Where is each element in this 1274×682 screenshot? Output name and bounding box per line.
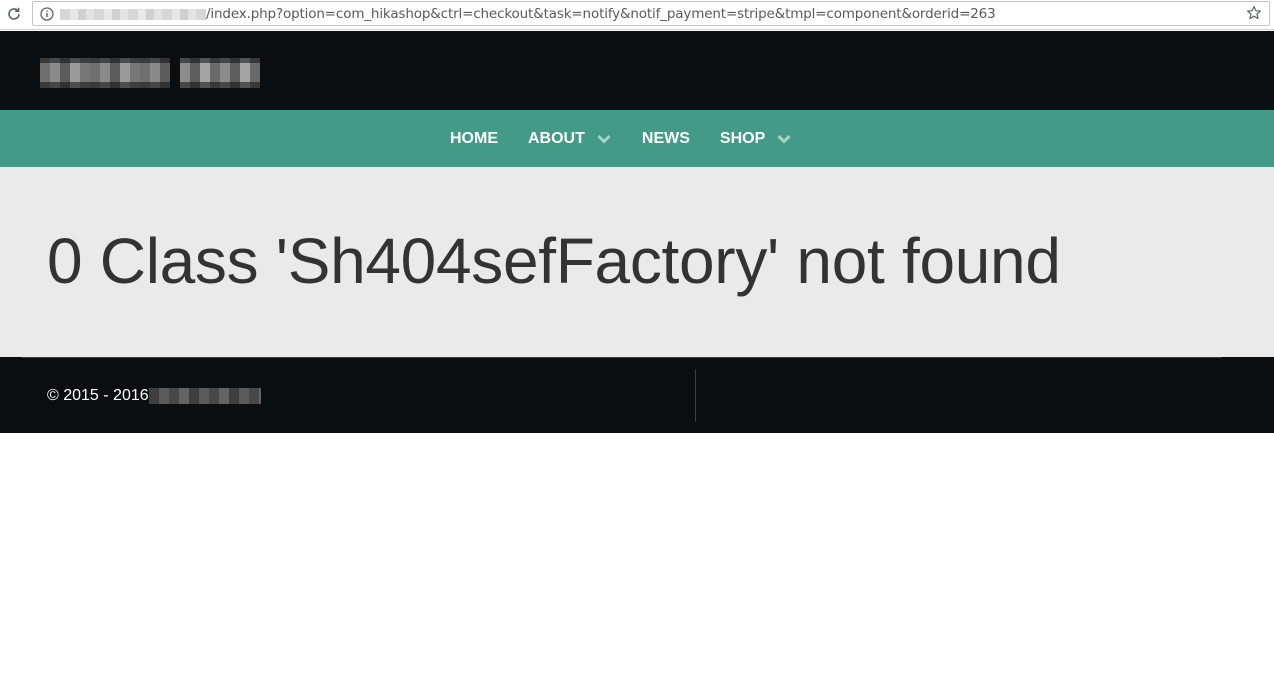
nav-item-about[interactable]: ABOUT [528, 130, 612, 148]
nav-item-label: HOME [450, 129, 498, 147]
site-header [0, 31, 1274, 110]
footer-column-divider [695, 369, 696, 422]
info-icon[interactable] [39, 6, 54, 21]
copyright-text: © 2015 - 2016 [47, 387, 149, 404]
nav-list: HOME ABOUT NEWS SHOP [450, 110, 822, 167]
logo-redacted-part-2 [180, 58, 260, 88]
url-host-redacted [60, 9, 206, 20]
nav-item-home[interactable]: HOME [450, 130, 498, 148]
url-path: /index.php?option=com_hikashop&ctrl=chec… [206, 6, 996, 22]
nav-item-label: SHOP [719, 129, 766, 147]
url-field[interactable]: /index.php?option=com_hikashop&ctrl=chec… [32, 1, 1270, 26]
chevron-down-icon [596, 133, 612, 145]
chevron-down-icon [776, 133, 792, 145]
error-message: 0 Class 'Sh404sefFactory' not found [47, 225, 1061, 297]
copyright: © 2015 - 2016 [47, 387, 261, 405]
site-logo[interactable] [40, 58, 262, 88]
nav-item-label: ABOUT [528, 129, 585, 147]
site-footer: © 2015 - 2016 [0, 357, 1274, 433]
nav-item-label: NEWS [641, 129, 690, 147]
copyright-owner-redacted [148, 388, 261, 404]
star-icon[interactable] [1245, 4, 1263, 22]
nav-item-shop[interactable]: SHOP [720, 130, 792, 148]
reload-icon[interactable] [4, 4, 24, 24]
logo-redacted-part-1 [40, 58, 170, 88]
main-content: 0 Class 'Sh404sefFactory' not found [0, 167, 1274, 357]
browser-address-bar: /index.php?option=com_hikashop&ctrl=chec… [0, 0, 1274, 30]
main-navigation: HOME ABOUT NEWS SHOP [0, 110, 1274, 167]
footer-divider-line [22, 357, 1222, 358]
nav-item-news[interactable]: NEWS [642, 130, 690, 148]
